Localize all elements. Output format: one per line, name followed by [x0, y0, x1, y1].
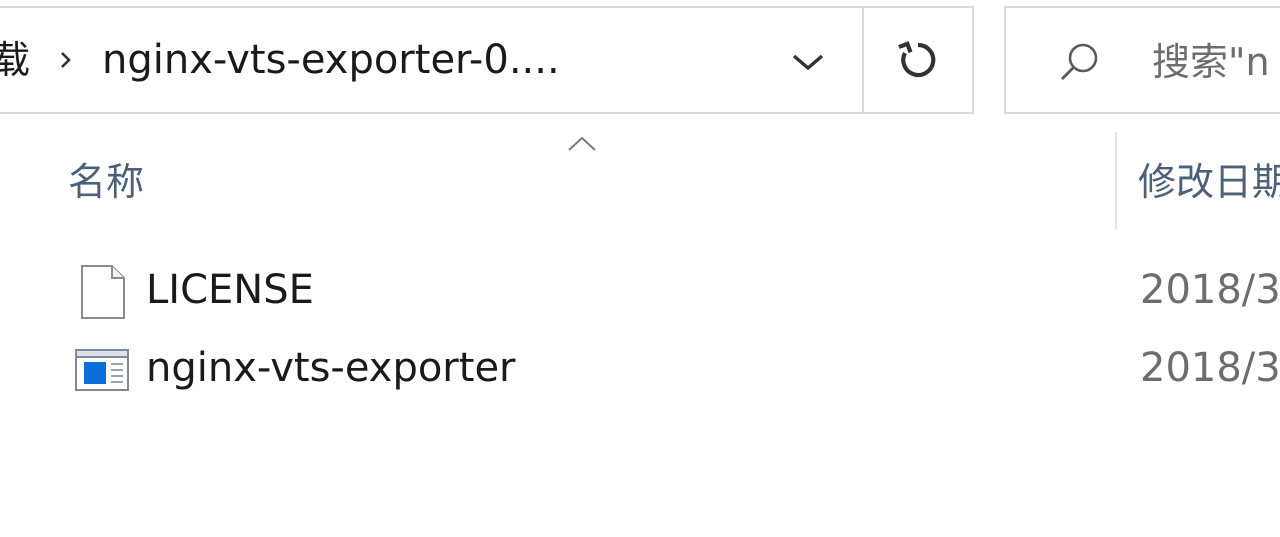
refresh-button[interactable] — [862, 6, 974, 114]
breadcrumb-previous[interactable]: 载 — [0, 8, 40, 112]
file-explorer-window: 载 nginx-vts-exporter-0.... 搜索"n 名称 修改日期 … — [0, 0, 1280, 537]
file-name[interactable]: nginx-vts-exporter — [146, 332, 516, 404]
sort-ascending-icon — [566, 134, 598, 154]
chevron-right-icon[interactable] — [56, 48, 76, 72]
breadcrumb-current[interactable]: nginx-vts-exporter-0.... — [102, 8, 560, 112]
search-placeholder: 搜索"n — [1152, 40, 1270, 84]
file-modified-date: 2018/3 — [1140, 267, 1280, 313]
file-name[interactable]: LICENSE — [146, 254, 314, 326]
file-row[interactable]: nginx-vts-exporter 2018/3 — [60, 332, 1280, 404]
file-modified-date: 2018/3 — [1140, 345, 1280, 391]
file-row[interactable]: LICENSE 2018/3 — [60, 254, 1280, 326]
search-icon — [1056, 40, 1102, 86]
column-header-name[interactable]: 名称 — [68, 154, 144, 210]
column-header-modified[interactable]: 修改日期 — [1138, 154, 1280, 210]
address-bar[interactable]: 载 nginx-vts-exporter-0.... — [0, 6, 974, 114]
document-icon — [74, 264, 130, 320]
column-divider[interactable] — [1115, 132, 1117, 230]
application-icon — [74, 342, 130, 398]
search-input[interactable]: 搜索"n — [1004, 6, 1280, 114]
refresh-icon — [898, 41, 936, 78]
chevron-down-icon[interactable] — [780, 38, 836, 86]
